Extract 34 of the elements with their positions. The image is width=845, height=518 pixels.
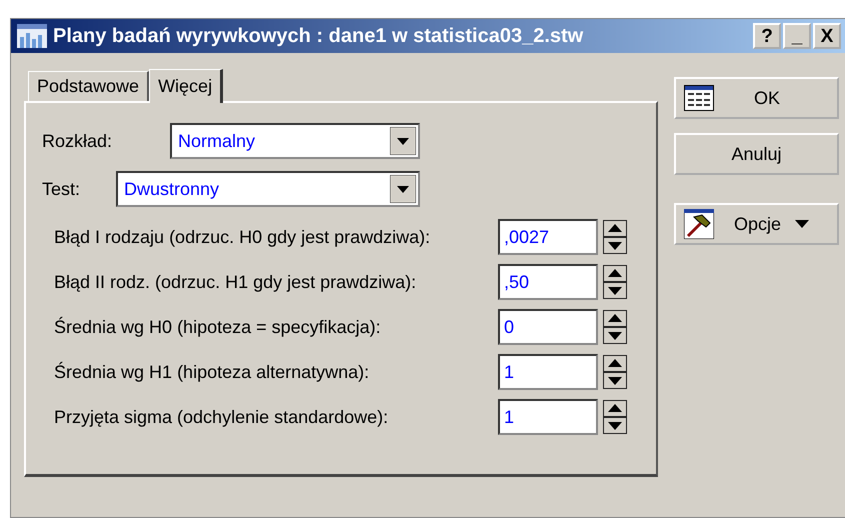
title-bar-button[interactable]: ? [753,23,781,49]
field-label: Przyjęta sigma (odchylenie standardowe): [54,406,390,428]
chart-icon [17,24,47,48]
input-field[interactable]: ,0027 [498,219,598,255]
table-icon [684,85,714,111]
spinner-icon[interactable] [603,310,627,344]
tab[interactable]: Podstawowe [28,71,150,101]
dropdown[interactable]: Dwustronny [116,171,420,207]
field-label: Błąd II rodz. (odrzuc. H1 gdy jest prawdziwa): [54,272,418,292]
window-title: Plany badań wyrywkowych : dane1 w statistica03_2.stw [53,24,584,48]
field-label: Błąd I rodzaju (odrzuc. H0 gdy jest prawdziwa): [54,226,432,248]
dropdown-arrow-icon[interactable] [390,175,416,203]
title-bar-button[interactable]: X [813,23,841,49]
field-label: Średnia wg H1 (hipoteza alternatywna): [54,362,370,382]
dropdown-label: Rozkład: [42,130,114,152]
dropdown-label: Test: [42,178,82,200]
dropdown[interactable]: Normalny [170,123,420,159]
spinner-icon[interactable] [603,220,627,254]
spinner-icon[interactable] [603,400,627,434]
title-bar-button[interactable]: _ [783,23,811,49]
dialog-button[interactable]: OK [674,77,839,119]
dialog-button[interactable]: Anuluj [674,133,839,175]
field-label: Średnia wg H0 (hipoteza = specyfikacja): [54,316,382,338]
spinner-icon[interactable] [603,355,627,389]
dialog-button[interactable]: Opcje [674,203,839,245]
input-field[interactable]: 0 [498,309,598,345]
tab[interactable]: Więcej [149,69,224,103]
hammer-icon [684,209,714,239]
caret-icon [795,220,810,228]
spinner-icon[interactable] [603,265,627,299]
dropdown-arrow-icon[interactable] [390,127,416,155]
input-field[interactable]: ,50 [498,264,598,300]
input-field[interactable]: 1 [498,399,598,435]
input-field[interactable]: 1 [498,354,598,390]
